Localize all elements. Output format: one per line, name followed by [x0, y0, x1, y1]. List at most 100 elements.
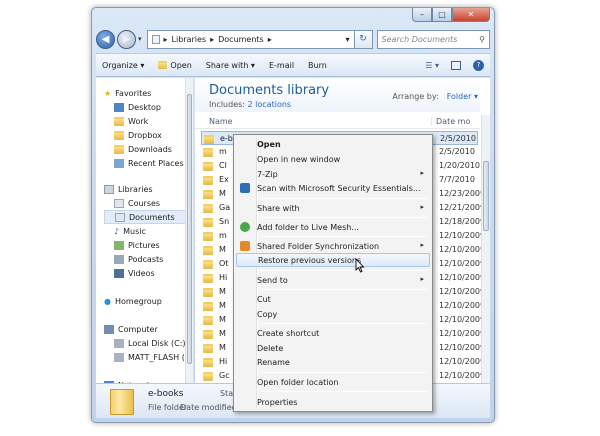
file-name: Hi [219, 273, 228, 282]
search-icon: ⚲ [479, 34, 485, 44]
nav-recent-places[interactable]: Recent Places [114, 156, 187, 170]
menu-scan[interactable]: Scan with Microsoft Security Essentials.… [236, 181, 430, 195]
file-date: 12/18/2009 [439, 217, 486, 226]
menu-create-shortcut[interactable]: Create shortcut [236, 326, 430, 340]
breadcrumb-documents[interactable]: Documents [218, 35, 264, 44]
address-separator[interactable]: ▸ [210, 35, 214, 44]
submenu-arrow-icon: ▸ [420, 275, 424, 283]
preview-pane-icon[interactable] [451, 60, 461, 70]
file-date: 12/10/2009 [439, 343, 486, 352]
recent-pages-dropdown[interactable]: ▾ [138, 35, 142, 43]
nav-desktop[interactable]: Desktop [114, 100, 187, 114]
column-name[interactable]: Name [209, 117, 233, 126]
recent-places-icon [114, 158, 124, 168]
nav-podcasts[interactable]: Podcasts [114, 252, 187, 266]
menu-restore-previous-versions[interactable]: Restore previous versions [236, 253, 430, 267]
nav-desktop-label: Desktop [128, 102, 161, 112]
menu-7zip-label: 7-Zip [257, 169, 278, 179]
menu-shared-sync-label: Shared Folder Synchronization [257, 241, 380, 251]
nav-downloads[interactable]: Downloads [114, 142, 187, 156]
folder-icon [203, 372, 213, 381]
close-button[interactable]: ✕ [452, 8, 490, 22]
locations-link[interactable]: 2 locations [248, 100, 292, 109]
nav-pictures[interactable]: Pictures [114, 238, 187, 252]
refresh-button[interactable]: ↻ [354, 29, 373, 49]
nav-music[interactable]: ♪ Music [114, 224, 187, 238]
file-name: M [219, 189, 226, 198]
menu-share-label: Share with [257, 203, 300, 213]
file-name: M [219, 245, 226, 254]
menu-scan-label: Scan with Microsoft Security Essentials.… [257, 183, 421, 193]
nav-courses[interactable]: Courses [114, 196, 187, 210]
folder-icon [203, 204, 213, 213]
menu-add-live-mesh[interactable]: Add folder to Live Mesh... [236, 220, 430, 234]
menu-7zip[interactable]: 7-Zip ▸ [236, 167, 430, 181]
view-controls: ☰ ▾ ? [425, 59, 484, 71]
menu-open-new-window[interactable]: Open in new window [236, 152, 430, 166]
column-date-modified[interactable]: Date mo [431, 117, 470, 126]
organize-button[interactable]: Organize ▾ [102, 61, 144, 70]
folder-icon [204, 135, 214, 144]
nav-favorites[interactable]: ★ Favorites [104, 86, 187, 100]
breadcrumb-libraries[interactable]: Libraries [172, 35, 207, 44]
email-button[interactable]: E-mail [269, 61, 294, 70]
nav-videos[interactable]: Videos [114, 266, 187, 280]
nav-libraries-label: Libraries [118, 184, 153, 194]
menu-send-to[interactable]: Send to ▸ [236, 273, 430, 287]
search-input[interactable]: Search Documents ⚲ [376, 29, 490, 49]
address-separator[interactable]: ▸ [164, 35, 168, 44]
file-date: 12/10/2009 [439, 357, 486, 366]
menu-live-mesh-label: Add folder to Live Mesh... [257, 222, 359, 232]
hard-drive-icon [114, 338, 124, 348]
folder-icon [203, 260, 213, 269]
menu-delete[interactable]: Delete [236, 341, 430, 355]
menu-open-folder-location[interactable]: Open folder location [236, 375, 430, 389]
nav-local-disk[interactable]: Local Disk (C:) [114, 336, 187, 350]
folder-icon [203, 190, 213, 199]
nav-documents[interactable]: Documents [104, 210, 187, 224]
folder-icon [203, 316, 213, 325]
file-date: 12/10/2009 [439, 371, 486, 380]
menu-share-with[interactable]: Share with ▸ [236, 201, 430, 215]
nav-computer[interactable]: Computer [104, 322, 187, 336]
view-options-icon[interactable]: ☰ ▾ [425, 61, 439, 70]
live-mesh-icon [240, 222, 250, 232]
share-with-button[interactable]: Share with ▾ [206, 61, 255, 70]
open-button[interactable]: Open [158, 61, 192, 70]
help-icon[interactable]: ? [473, 59, 484, 71]
nav-scroll-thumb[interactable] [187, 94, 192, 364]
nav-homegroup[interactable]: ● Homegroup [104, 294, 187, 308]
file-list-scrollbar[interactable] [481, 115, 490, 388]
menu-copy[interactable]: Copy [236, 307, 430, 321]
pictures-icon [114, 240, 124, 250]
menu-shared-folder-sync[interactable]: Shared Folder Synchronization ▸ [236, 239, 430, 253]
menu-cut[interactable]: Cut [236, 292, 430, 306]
nav-matt-flash[interactable]: MATT_FLASH (E: [114, 350, 193, 364]
file-name: m [219, 147, 227, 156]
address-dropdown[interactable]: ▾ [346, 35, 350, 44]
nav-scrollbar[interactable] [185, 78, 193, 388]
folder-icon [203, 162, 213, 171]
address-separator[interactable]: ▸ [268, 35, 272, 44]
burn-button[interactable]: Burn [308, 61, 327, 70]
forward-button[interactable]: ▶ [117, 29, 136, 49]
menu-rename[interactable]: Rename [236, 355, 430, 369]
arrange-dropdown[interactable]: Folder ▾ [447, 92, 478, 101]
folder-icon [203, 218, 213, 227]
nav-dropbox[interactable]: Dropbox [114, 128, 187, 142]
menu-open-new-label: Open in new window [257, 154, 341, 164]
navigation-row: ◀ ▶ ▾ ▸ Libraries ▸ Documents ▸ ▾ ↻ Sear… [96, 28, 490, 50]
minimize-button[interactable]: – [412, 8, 432, 22]
maximize-button[interactable]: □ [432, 8, 452, 22]
nav-work[interactable]: Work [114, 114, 187, 128]
folder-icon [203, 330, 213, 339]
address-bar[interactable]: ▸ Libraries ▸ Documents ▸ ▾ [146, 29, 355, 49]
nav-libraries[interactable]: Libraries [104, 182, 187, 196]
menu-properties[interactable]: Properties [236, 395, 430, 409]
back-button[interactable]: ◀ [96, 29, 115, 49]
library-includes: Includes: 2 locations [209, 100, 291, 109]
usb-drive-icon [114, 352, 124, 362]
file-list-scroll-thumb[interactable] [483, 161, 489, 231]
menu-open[interactable]: Open [236, 137, 430, 151]
window-caption-buttons: – □ ✕ [412, 8, 490, 22]
